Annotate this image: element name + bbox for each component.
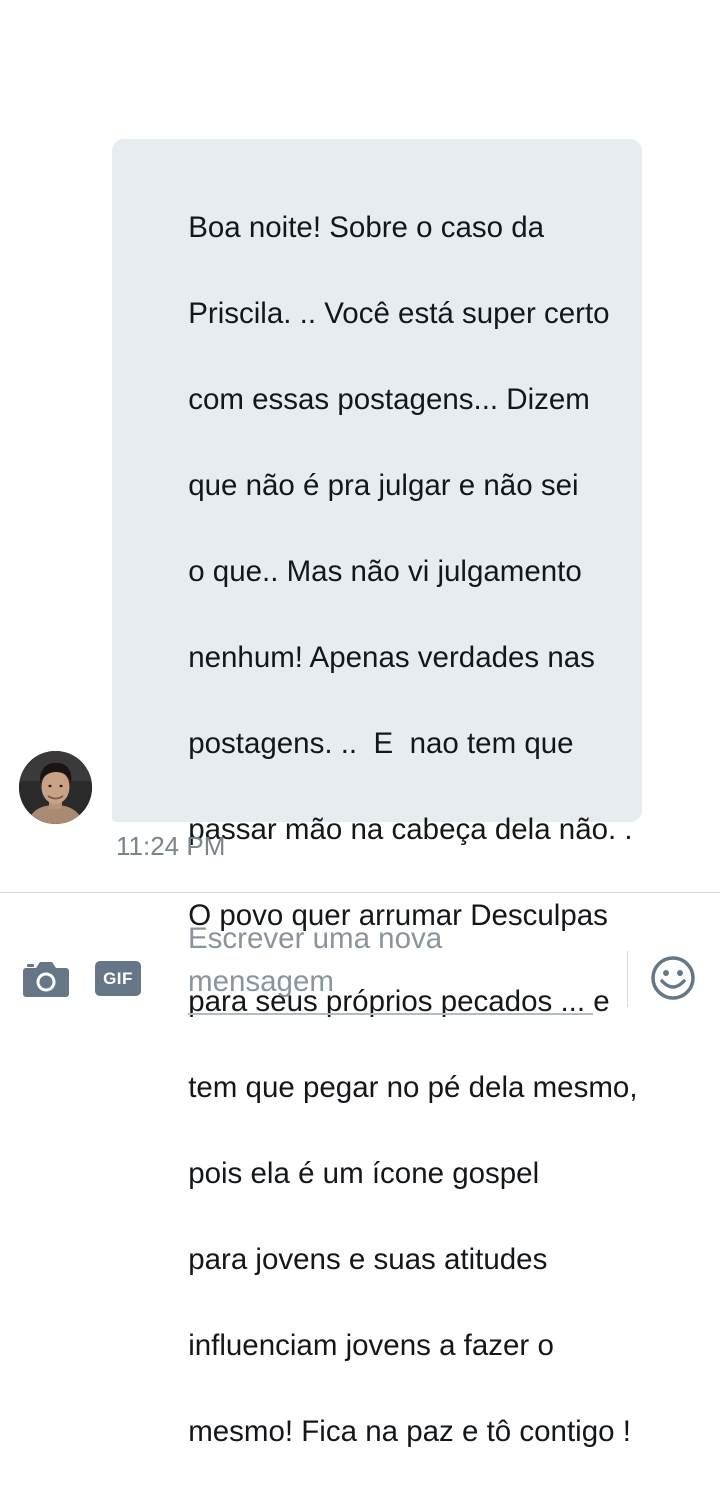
message-line: passar mão na cabeça dela não. . <box>188 813 633 846</box>
gif-button[interactable]: GIF <box>95 961 141 996</box>
message-line: que não é pra julgar e não sei <box>188 469 579 502</box>
message-line: influenciam jovens a fazer o <box>188 1329 554 1362</box>
message-bubble[interactable]: Boa noite! Sobre o caso da Priscila. .. … <box>112 139 642 1448</box>
smiley-face-icon <box>651 956 695 1000</box>
message-line: pois ela é um ícone gospel <box>188 1157 540 1190</box>
emoji-button[interactable] <box>650 955 696 1001</box>
message-line: o que.. Mas não vi julgamento <box>188 555 582 588</box>
message-timestamp: 11:24 PM <box>116 831 226 861</box>
message-line: mesmo! Fica na paz e tô contigo ! <box>188 1415 631 1448</box>
message-text: Boa noite! Sobre o caso da Priscila. .. … <box>139 163 637 1496</box>
message-line: Priscila. .. Você está super certo <box>188 297 610 330</box>
message-line: postagens. .. E nao tem que <box>188 727 574 760</box>
message-composer: GIF <box>0 893 720 1026</box>
user-avatar-icon <box>19 751 92 824</box>
sender-avatar[interactable] <box>19 751 92 824</box>
message-line: nenhum! Apenas verdades nas <box>188 641 595 674</box>
camera-button[interactable] <box>22 959 70 999</box>
conversation-thread: Boa noite! Sobre o caso da Priscila. .. … <box>0 0 720 1448</box>
message-line: com essas postagens... Dizem <box>188 383 590 416</box>
message-line: Boa noite! Sobre o caso da <box>188 211 545 244</box>
message-line: tem que pegar no pé dela mesmo, <box>188 1071 638 1104</box>
message-input[interactable] <box>188 917 593 1015</box>
camera-icon <box>23 962 69 997</box>
composer-separator <box>627 951 628 1007</box>
message-line: para jovens e suas atitudes <box>188 1243 548 1276</box>
